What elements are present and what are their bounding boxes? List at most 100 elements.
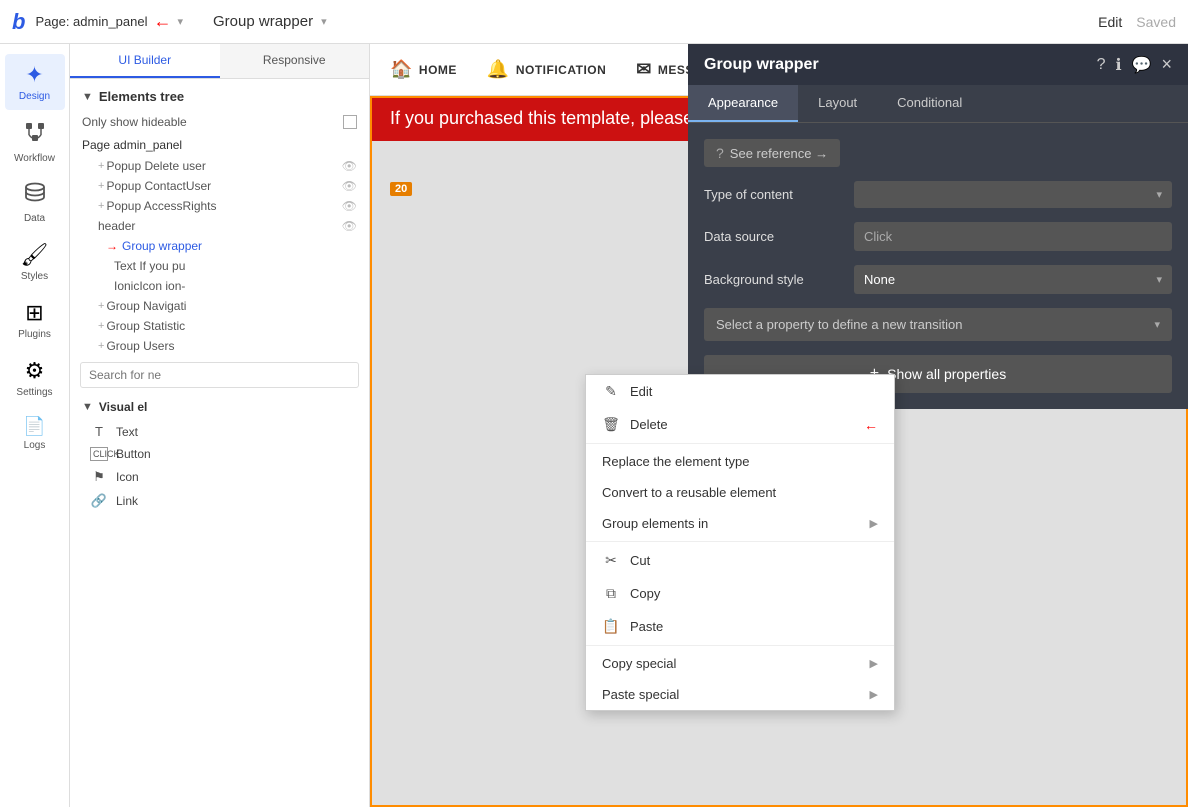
sidebar-item-data[interactable]: Data	[5, 174, 65, 232]
tree-item-popup-delete[interactable]: + Popup Delete user 👁	[70, 156, 369, 176]
context-menu: ✎ Edit 🗑 Delete ← Replace the element ty…	[585, 374, 895, 711]
ctx-paste-special[interactable]: Paste special ▶	[586, 679, 894, 710]
tree-item-text[interactable]: Text If you pu	[70, 256, 369, 276]
link-icon: 🔗	[90, 493, 108, 509]
sidebar-item-styles[interactable]: 🖌 Styles	[5, 234, 65, 290]
type-of-content-dropdown[interactable]: ▾	[854, 181, 1172, 208]
visual-elements-label: Visual el	[99, 400, 147, 414]
tree-item-header[interactable]: header 👁	[70, 216, 369, 236]
ctx-copy-special-label: Copy special	[602, 656, 676, 671]
group-wrapper-label: Group wrapper	[213, 13, 313, 30]
background-style-dropdown[interactable]: None ▾	[854, 265, 1172, 294]
tree-collapse-icon[interactable]: ▼	[82, 91, 93, 103]
transition-select-row[interactable]: Select a property to define a new transi…	[704, 308, 1172, 341]
page-label: Page admin_panel	[70, 134, 369, 156]
submenu-arrow-copy: ▶	[870, 657, 878, 670]
ve-collapse-icon[interactable]: ▼	[82, 401, 93, 413]
tree-item-label: Group wrapper	[122, 239, 202, 253]
see-reference-label: See reference →	[730, 146, 828, 161]
ctx-paste-label: Paste	[630, 619, 663, 634]
tree-item-group-nav[interactable]: + Group Navigati	[70, 296, 369, 316]
ve-item-icon[interactable]: ⚑ Icon	[70, 465, 369, 489]
sidebar-item-workflow[interactable]: Workflow	[5, 112, 65, 172]
tree-item-ionic-icon[interactable]: IonicIcon ion-	[70, 276, 369, 296]
ve-item-button[interactable]: CLICK Button	[70, 443, 369, 465]
ve-item-text[interactable]: T Text	[70, 420, 369, 443]
data-source-input[interactable]: Click	[854, 222, 1172, 251]
tree-item-group-wrapper[interactable]: → Group wrapper	[70, 236, 369, 256]
tree-item-label: Group Statistic	[106, 319, 185, 333]
page-dropdown-arrow[interactable]: ▾	[177, 15, 183, 28]
tab-responsive[interactable]: Responsive	[220, 44, 370, 78]
gw-info-icon[interactable]: ℹ	[1115, 55, 1121, 75]
gw-tab-layout[interactable]: Layout	[798, 85, 877, 122]
logs-icon: 📄	[23, 416, 45, 437]
tree-item-popup-contact[interactable]: + Popup ContactUser 👁	[70, 176, 369, 196]
eye-icon[interactable]: 👁	[342, 199, 357, 213]
delete-red-arrow: ←	[864, 417, 878, 433]
ctx-cut-label: Cut	[630, 553, 650, 568]
tree-item-group-stat[interactable]: + Group Statistic	[70, 316, 369, 336]
tab-ui-builder[interactable]: UI Builder	[70, 44, 220, 78]
search-input[interactable]	[80, 362, 359, 388]
edit-saved: Edit Saved	[1098, 14, 1176, 30]
elements-panel: UI Builder Responsive ▼ Elements tree On…	[70, 44, 370, 807]
eye-icon[interactable]: 👁	[342, 219, 357, 233]
nav-home-label: HOME	[419, 63, 457, 77]
tree-item-label: Text If you pu	[114, 259, 185, 273]
gw-tab-appearance[interactable]: Appearance	[688, 85, 798, 122]
ctx-edit-label: Edit	[630, 384, 652, 399]
gw-close-button[interactable]: ×	[1161, 54, 1172, 75]
ctx-copy[interactable]: ⧉ Copy	[586, 577, 894, 610]
eye-icon[interactable]: 👁	[342, 159, 357, 173]
paste-icon: 📋	[602, 618, 620, 635]
eye-icon[interactable]: 👁	[342, 179, 357, 193]
gw-tab-conditional[interactable]: Conditional	[877, 85, 982, 122]
nav-notification[interactable]: 🔔 NOTIFICATION	[487, 59, 606, 80]
tree-item-popup-access[interactable]: + Popup AccessRights 👁	[70, 196, 369, 216]
gw-comment-icon[interactable]: 💬	[1132, 55, 1152, 75]
delete-icon: 🗑	[602, 416, 620, 433]
show-hideable-checkbox[interactable]	[343, 115, 357, 129]
logs-label: Logs	[24, 440, 46, 451]
nav-home[interactable]: 🏠 HOME	[390, 59, 457, 80]
sidebar-item-design[interactable]: ✦ Design	[5, 54, 65, 110]
workflow-icon	[23, 120, 47, 150]
red-arrow-icon: →	[106, 239, 118, 253]
logo: b	[12, 9, 25, 35]
edit-icon: ✎	[602, 383, 620, 400]
ctx-group[interactable]: Group elements in ▶	[586, 508, 894, 539]
ve-item-link[interactable]: 🔗 Link	[70, 489, 369, 513]
number-badge: 20	[390, 182, 412, 196]
ctx-replace[interactable]: Replace the element type	[586, 446, 894, 477]
settings-label: Settings	[16, 387, 52, 398]
canvas-area: 🏠 HOME 🔔 NOTIFICATION ✉ MESSAGES → 20 If…	[370, 44, 1188, 807]
gw-question-icon[interactable]: ?	[1097, 56, 1106, 74]
see-reference-button[interactable]: ? See reference →	[704, 139, 840, 167]
ctx-convert[interactable]: Convert to a reusable element	[586, 477, 894, 508]
ctx-copy-special[interactable]: Copy special ▶	[586, 648, 894, 679]
ctx-copy-label: Copy	[630, 586, 660, 601]
sidebar-item-settings[interactable]: ⚙ Settings	[5, 350, 65, 406]
gw-dropdown-arrow[interactable]: ▾	[321, 15, 327, 28]
question-mark-icon: ?	[716, 145, 724, 161]
ctx-delete[interactable]: 🗑 Delete ←	[586, 408, 894, 441]
ctx-edit[interactable]: ✎ Edit	[586, 375, 894, 408]
page-title-text: Page: admin_panel	[35, 14, 147, 29]
ctx-cut[interactable]: ✂ Cut	[586, 544, 894, 577]
main-layout: ✦ Design Workflow	[0, 44, 1188, 807]
sidebar-item-plugins[interactable]: ⊞ Plugins	[5, 292, 65, 348]
settings-icon: ⚙	[25, 358, 45, 384]
edit-label[interactable]: Edit	[1098, 14, 1122, 30]
data-source-row: Data source Click	[704, 222, 1172, 251]
ctx-paste[interactable]: 📋 Paste	[586, 610, 894, 643]
tree-item-label: Popup ContactUser	[106, 179, 211, 193]
ctx-replace-label: Replace the element type	[602, 454, 749, 469]
page-title[interactable]: Page: admin_panel ← ▾	[35, 11, 183, 32]
styles-icon: 🖌	[21, 242, 49, 268]
page-arrow-icon: ←	[153, 11, 171, 32]
tree-item-group-users[interactable]: + Group Users	[70, 336, 369, 356]
workflow-label: Workflow	[14, 153, 55, 164]
panel-tabs: UI Builder Responsive	[70, 44, 369, 79]
sidebar-item-logs[interactable]: 📄 Logs	[5, 408, 65, 459]
